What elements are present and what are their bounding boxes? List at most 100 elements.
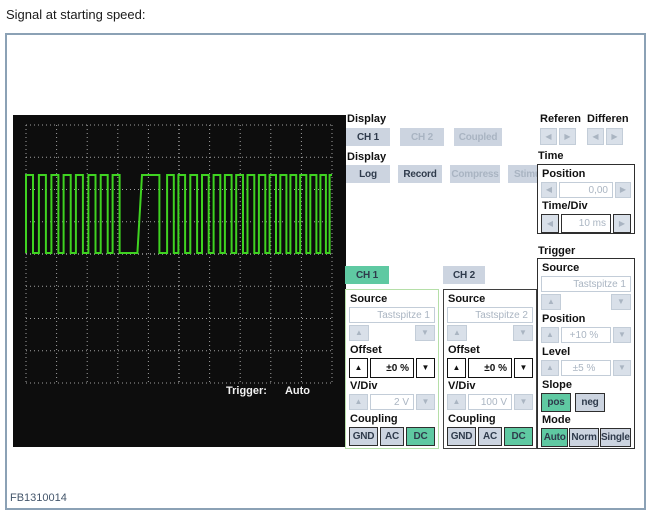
down-arrow-icon: ▼ — [421, 397, 430, 406]
ch2-vdiv-label: V/Div — [448, 380, 476, 392]
up-arrow-icon: ▲ — [547, 297, 555, 306]
time-panel: Position ◀ 0,00 ▶ Time/Div ◀ 10 ms ▶ — [537, 164, 635, 234]
time-label: Time — [538, 150, 564, 162]
ch2-offset-field[interactable]: ±0 % — [468, 358, 512, 378]
ch1-vdiv-down-button: ▼ — [416, 394, 435, 410]
trigger-level-down-button: ▼ — [613, 360, 631, 376]
trigger-panel: Source Tastspitze 1 ▲ ▼ Position ▲ +10 %… — [537, 258, 635, 449]
referen-next-button: ▶ — [559, 128, 576, 145]
ch1-source-field: Tastspitze 1 — [349, 307, 435, 323]
ch2-source-field: Tastspitze 2 — [447, 307, 533, 323]
ch1-panel: Source Tastspitze 1 ▲ ▼ Offset ▲ ±0 % ▼ … — [345, 289, 439, 449]
display-channels-label: Display — [347, 113, 387, 125]
ch2-tab[interactable]: CH 2 — [443, 266, 485, 284]
content-frame: Trigger: Auto Display CH 1 CH 2 Coupled … — [5, 33, 646, 510]
display-modes-label: Display — [347, 151, 387, 163]
down-arrow-icon: ▼ — [519, 363, 528, 372]
trigger-level-row: ▲ ±5 % ▼ — [541, 360, 631, 376]
record-button[interactable]: Record — [398, 165, 442, 183]
referen-prev-button: ◀ — [540, 128, 557, 145]
display-ch1-button[interactable]: CH 1 — [346, 128, 390, 146]
ch2-vdiv-down-button: ▼ — [514, 394, 533, 410]
ch1-vdiv-field: 2 V — [370, 394, 414, 410]
ch1-tab[interactable]: CH 1 — [345, 266, 389, 284]
differen-arrows: ◀ ▶ — [587, 128, 623, 145]
trigger-level-label: Level — [542, 346, 571, 358]
ch2-offset-down-button[interactable]: ▼ — [514, 358, 533, 378]
ch1-gnd-button[interactable]: GND — [349, 427, 378, 446]
trigger-position-label: Position — [542, 313, 586, 325]
down-arrow-icon: ▼ — [421, 363, 430, 372]
mode-single-button[interactable]: Single — [599, 428, 631, 447]
time-div-label: Time/Div — [542, 200, 588, 212]
mode-auto-button[interactable]: Auto — [541, 428, 569, 447]
up-arrow-icon: ▲ — [354, 397, 363, 406]
ch1-dc-button[interactable]: DC — [406, 427, 435, 446]
display-coupled-button: Coupled — [454, 128, 502, 146]
ch1-source-up-button: ▲ — [349, 325, 369, 341]
ch2-gnd-button[interactable]: GND — [447, 427, 476, 446]
ch2-vdiv-up-button: ▲ — [447, 394, 466, 410]
ch2-dc-button[interactable]: DC — [504, 427, 533, 446]
trigger-position-field: +10 % — [561, 327, 611, 343]
time-position-row: ◀ 0,00 ▶ — [541, 182, 631, 198]
time-div-field: 10 ms — [561, 214, 611, 233]
time-div-increment-button[interactable]: ▶ — [613, 214, 631, 233]
ch1-ac-button[interactable]: AC — [380, 427, 404, 446]
ch1-offset-down-button[interactable]: ▼ — [416, 358, 435, 378]
up-arrow-icon: ▲ — [452, 363, 461, 372]
trigger-position-up-button: ▲ — [541, 327, 559, 343]
up-arrow-icon: ▲ — [453, 328, 461, 337]
ch1-offset-row: ▲ ±0 % ▼ — [349, 358, 435, 378]
figure-id: FB1310014 — [10, 492, 67, 504]
right-arrow-icon: ▶ — [564, 131, 571, 141]
trigger-source-up-button: ▲ — [541, 294, 561, 310]
ch2-offset-row: ▲ ±0 % ▼ — [447, 358, 533, 378]
ch2-offset-up-button[interactable]: ▲ — [447, 358, 466, 378]
ch2-coupling-row: GND AC DC — [447, 427, 533, 446]
trigger-source-down-button: ▼ — [611, 294, 631, 310]
oscilloscope-display: Trigger: Auto — [13, 115, 346, 447]
time-div-decrement-button[interactable]: ◀ — [541, 214, 559, 233]
time-position-field: 0,00 — [559, 182, 613, 198]
ch2-ac-button[interactable]: AC — [478, 427, 502, 446]
trigger-level-field: ±5 % — [561, 360, 611, 376]
ch1-source-down-button: ▼ — [415, 325, 435, 341]
scope-trigger-value: Auto — [284, 385, 310, 397]
trigger-level-up-button: ▲ — [541, 360, 559, 376]
scope-trigger-readout: Trigger: Auto — [226, 385, 310, 397]
down-arrow-icon: ▼ — [618, 363, 626, 372]
log-button[interactable]: Log — [346, 165, 390, 183]
page-title: Signal at starting speed: — [6, 7, 146, 22]
slope-neg-button[interactable]: neg — [575, 393, 605, 412]
time-position-increment-button: ▶ — [615, 182, 631, 198]
up-arrow-icon: ▲ — [452, 397, 461, 406]
referen-arrows: ◀ ▶ — [540, 128, 576, 145]
ch1-vdiv-label: V/Div — [350, 380, 378, 392]
slope-pos-button[interactable]: pos — [541, 393, 571, 412]
right-arrow-icon: ▶ — [619, 185, 627, 194]
display-ch2-button: CH 2 — [400, 128, 444, 146]
scope-trigger-label: Trigger: — [226, 385, 267, 397]
ch1-offset-up-button[interactable]: ▲ — [349, 358, 368, 378]
ch1-offset-field[interactable]: ±0 % — [370, 358, 414, 378]
scope-canvas — [25, 124, 333, 384]
display-modes-row: Log Record Compress Stimuli — [346, 165, 552, 183]
differen-next-button: ▶ — [606, 128, 623, 145]
down-arrow-icon: ▼ — [618, 330, 626, 339]
ch1-vdiv-row: ▲ 2 V ▼ — [349, 394, 435, 410]
mode-norm-button[interactable]: Norm — [569, 428, 599, 447]
trigger-mode-label: Mode — [542, 414, 571, 426]
ch2-coupling-label: Coupling — [448, 413, 496, 425]
referen-label: Referen — [540, 113, 581, 125]
trigger-source-label: Source — [542, 262, 580, 274]
trigger-slope-row: pos neg — [541, 393, 631, 412]
ch2-panel: Source Tastspitze 2 ▲ ▼ Offset ▲ ±0 % ▼ … — [443, 289, 537, 449]
up-arrow-icon: ▲ — [546, 330, 554, 339]
trigger-source-field: Tastspitze 1 — [541, 276, 631, 292]
up-arrow-icon: ▲ — [355, 328, 363, 337]
differen-prev-button: ◀ — [587, 128, 604, 145]
ch1-offset-label: Offset — [350, 344, 382, 356]
compress-button: Compress — [450, 165, 500, 183]
right-arrow-icon: ▶ — [611, 131, 618, 141]
